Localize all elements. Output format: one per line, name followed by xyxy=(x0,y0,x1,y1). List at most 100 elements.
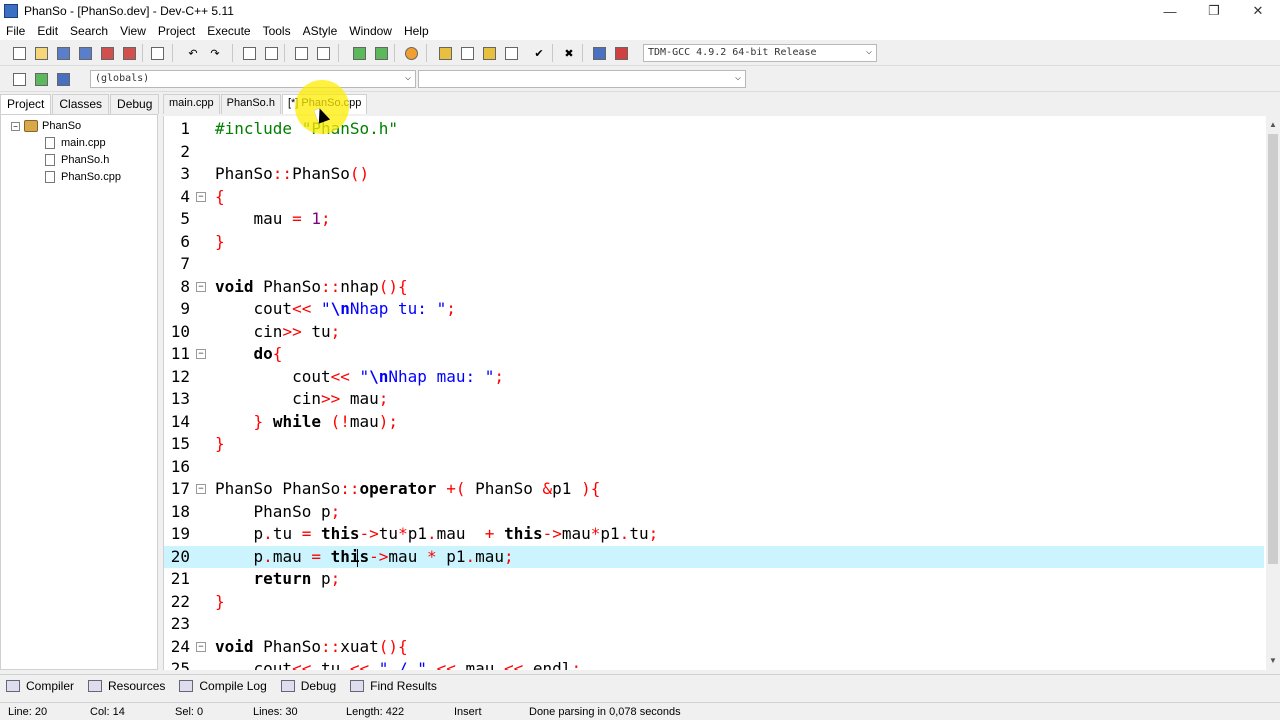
code-line[interactable]: 14 } while (!mau); xyxy=(164,411,1264,434)
tab-find-results[interactable]: Find Results xyxy=(344,679,445,693)
open-file-icon[interactable] xyxy=(32,44,50,62)
debug-icon[interactable] xyxy=(612,44,630,62)
tree-project-node[interactable]: − PhanSo xyxy=(11,118,81,134)
status-message: Done parsing in 0,078 seconds xyxy=(529,706,681,718)
fold-toggle-icon[interactable]: − xyxy=(196,641,206,652)
replace-icon[interactable] xyxy=(262,44,280,62)
member-select[interactable]: ⌵ xyxy=(418,70,746,88)
compiler-select[interactable]: TDM-GCC 4.9.2 64-bit Release ⌵ xyxy=(643,44,877,62)
menu-project[interactable]: Project xyxy=(152,24,201,38)
menu-file[interactable]: File xyxy=(0,24,31,38)
code-line[interactable]: 11− do{ xyxy=(164,343,1264,366)
tab-classes[interactable]: Classes xyxy=(52,94,110,114)
save-icon[interactable] xyxy=(54,44,72,62)
run-icon[interactable] xyxy=(458,44,476,62)
save-all-icon[interactable] xyxy=(76,44,94,62)
redo-icon[interactable]: ↷ xyxy=(206,44,224,62)
scroll-down-icon[interactable]: ▼ xyxy=(1266,654,1280,668)
print-icon[interactable] xyxy=(148,44,166,62)
minimize-button[interactable]: — xyxy=(1148,0,1192,22)
close-all-icon[interactable] xyxy=(120,44,138,62)
code-line[interactable]: 16 xyxy=(164,456,1264,479)
code-line[interactable]: 15} xyxy=(164,433,1264,456)
code-line[interactable]: 3 PhanSo::PhanSo() xyxy=(164,163,1264,186)
code-line[interactable]: 25 cout<< tu << " / " << mau << endl; xyxy=(164,658,1264,670)
tab-debug-output[interactable]: Debug xyxy=(275,679,344,693)
scroll-up-icon[interactable]: ▲ xyxy=(1266,118,1280,132)
close-file-icon[interactable] xyxy=(98,44,116,62)
restore-button[interactable]: ❐ xyxy=(1192,0,1236,22)
code-line[interactable]: 20 p.mau = this->mau * p1.mau; xyxy=(164,545,1264,568)
compile-icon[interactable] xyxy=(436,44,454,62)
undo-icon[interactable]: ↶ xyxy=(184,44,202,62)
menu-view[interactable]: View xyxy=(114,24,152,38)
code-line[interactable]: 7 xyxy=(164,253,1264,276)
tree-file-phanso-cpp[interactable]: PhanSo.cpp xyxy=(45,169,121,185)
find-icon[interactable] xyxy=(240,44,258,62)
code-line[interactable]: 4−{ xyxy=(164,186,1264,209)
fold-toggle-icon[interactable]: − xyxy=(196,484,206,494)
compile-run-icon[interactable] xyxy=(480,44,498,62)
code-line[interactable]: 13 cin>> mau; xyxy=(164,388,1264,411)
stop-icon[interactable]: ✖ xyxy=(560,44,578,62)
fold-toggle-icon[interactable]: − xyxy=(196,281,206,292)
menu-tools[interactable]: Tools xyxy=(257,24,297,38)
fold-toggle-icon[interactable]: − xyxy=(196,349,206,359)
menu-astyle[interactable]: AStyle xyxy=(297,24,344,38)
toggle-bookmark-icon[interactable] xyxy=(54,70,72,88)
profile-icon[interactable] xyxy=(590,44,608,62)
tab-compiler[interactable]: Compiler xyxy=(0,679,82,693)
code-line[interactable]: 19 p.tu = this->tu*p1.mau + this->mau*p1… xyxy=(164,523,1264,546)
chart-icon xyxy=(179,679,194,692)
insert-icon[interactable] xyxy=(32,70,50,88)
goto-icon[interactable] xyxy=(350,44,368,62)
title-bar: PhanSo - [PhanSo.dev] - Dev-C++ 5.11 — ❐… xyxy=(0,0,1280,22)
tab-project[interactable]: Project xyxy=(0,94,52,114)
code-editor[interactable]: 1 #include "PhanSo.h" 2 3 PhanSo::PhanSo() 4−… xyxy=(163,116,1266,670)
line-number: 17 xyxy=(170,479,190,498)
code-line[interactable]: 24− void PhanSo::xuat(){ xyxy=(164,636,1264,659)
back-icon[interactable] xyxy=(372,44,390,62)
code-line[interactable]: 18 PhanSo p; xyxy=(164,501,1264,524)
code-line[interactable]: 21 return p; xyxy=(164,568,1264,591)
tree-file-main-cpp[interactable]: main.cpp xyxy=(45,135,106,151)
check-icon[interactable]: ✔ xyxy=(530,44,548,62)
menu-help[interactable]: Help xyxy=(398,24,435,38)
code-line[interactable]: 10 cin>> tu; xyxy=(164,321,1264,344)
bookmark-icon[interactable] xyxy=(402,44,420,62)
tab-phanso-h[interactable]: PhanSo.h xyxy=(220,94,281,114)
rebuild-icon[interactable] xyxy=(502,44,520,62)
scrollbar-thumb[interactable] xyxy=(1268,134,1278,564)
menu-edit[interactable]: Edit xyxy=(31,24,64,38)
tab-compile-log[interactable]: Compile Log xyxy=(173,679,274,693)
unindent-icon[interactable] xyxy=(314,44,332,62)
tab-debug[interactable]: Debug xyxy=(110,94,160,114)
new-file-icon[interactable] xyxy=(10,44,28,62)
code-line[interactable]: 2 xyxy=(164,141,1264,164)
tab-resources[interactable]: Resources xyxy=(82,679,173,693)
code-line[interactable]: 22} xyxy=(164,591,1264,614)
menu-search[interactable]: Search xyxy=(64,24,114,38)
code-line[interactable]: 9 cout<< "\nNhap tu: "; xyxy=(164,298,1264,321)
tree-file-phanso-h[interactable]: PhanSo.h xyxy=(45,152,109,168)
code-line[interactable]: 23 xyxy=(164,613,1264,636)
scope-select[interactable]: (globals) ⌵ xyxy=(90,70,416,88)
code-line[interactable]: 12 cout<< "\nNhap mau: "; xyxy=(164,366,1264,389)
fold-toggle-icon[interactable]: − xyxy=(196,191,206,202)
class-browser-icon[interactable] xyxy=(10,70,28,88)
chevron-down-icon: ⌵ xyxy=(734,72,741,83)
indent-icon[interactable] xyxy=(292,44,310,62)
code-text: cout<< tu << " / " << mau << endl; xyxy=(215,659,582,670)
code-line[interactable]: 5 mau = 1; xyxy=(164,208,1264,231)
collapse-icon[interactable]: − xyxy=(11,121,20,131)
menu-execute[interactable]: Execute xyxy=(201,24,256,38)
code-line[interactable]: 17− PhanSo PhanSo::operator +( PhanSo &p1… xyxy=(164,478,1264,501)
code-text: cin>> tu; xyxy=(215,321,341,341)
editor-scrollbar[interactable]: ▲ ▼ xyxy=(1266,116,1280,670)
menu-window[interactable]: Window xyxy=(343,24,398,38)
code-line[interactable]: 8− void PhanSo::nhap(){ xyxy=(164,276,1264,299)
code-line[interactable]: 6} xyxy=(164,231,1264,254)
close-button[interactable]: ✕ xyxy=(1236,0,1280,22)
tab-main-cpp[interactable]: main.cpp xyxy=(163,94,220,114)
line-number: 15 xyxy=(170,434,190,453)
